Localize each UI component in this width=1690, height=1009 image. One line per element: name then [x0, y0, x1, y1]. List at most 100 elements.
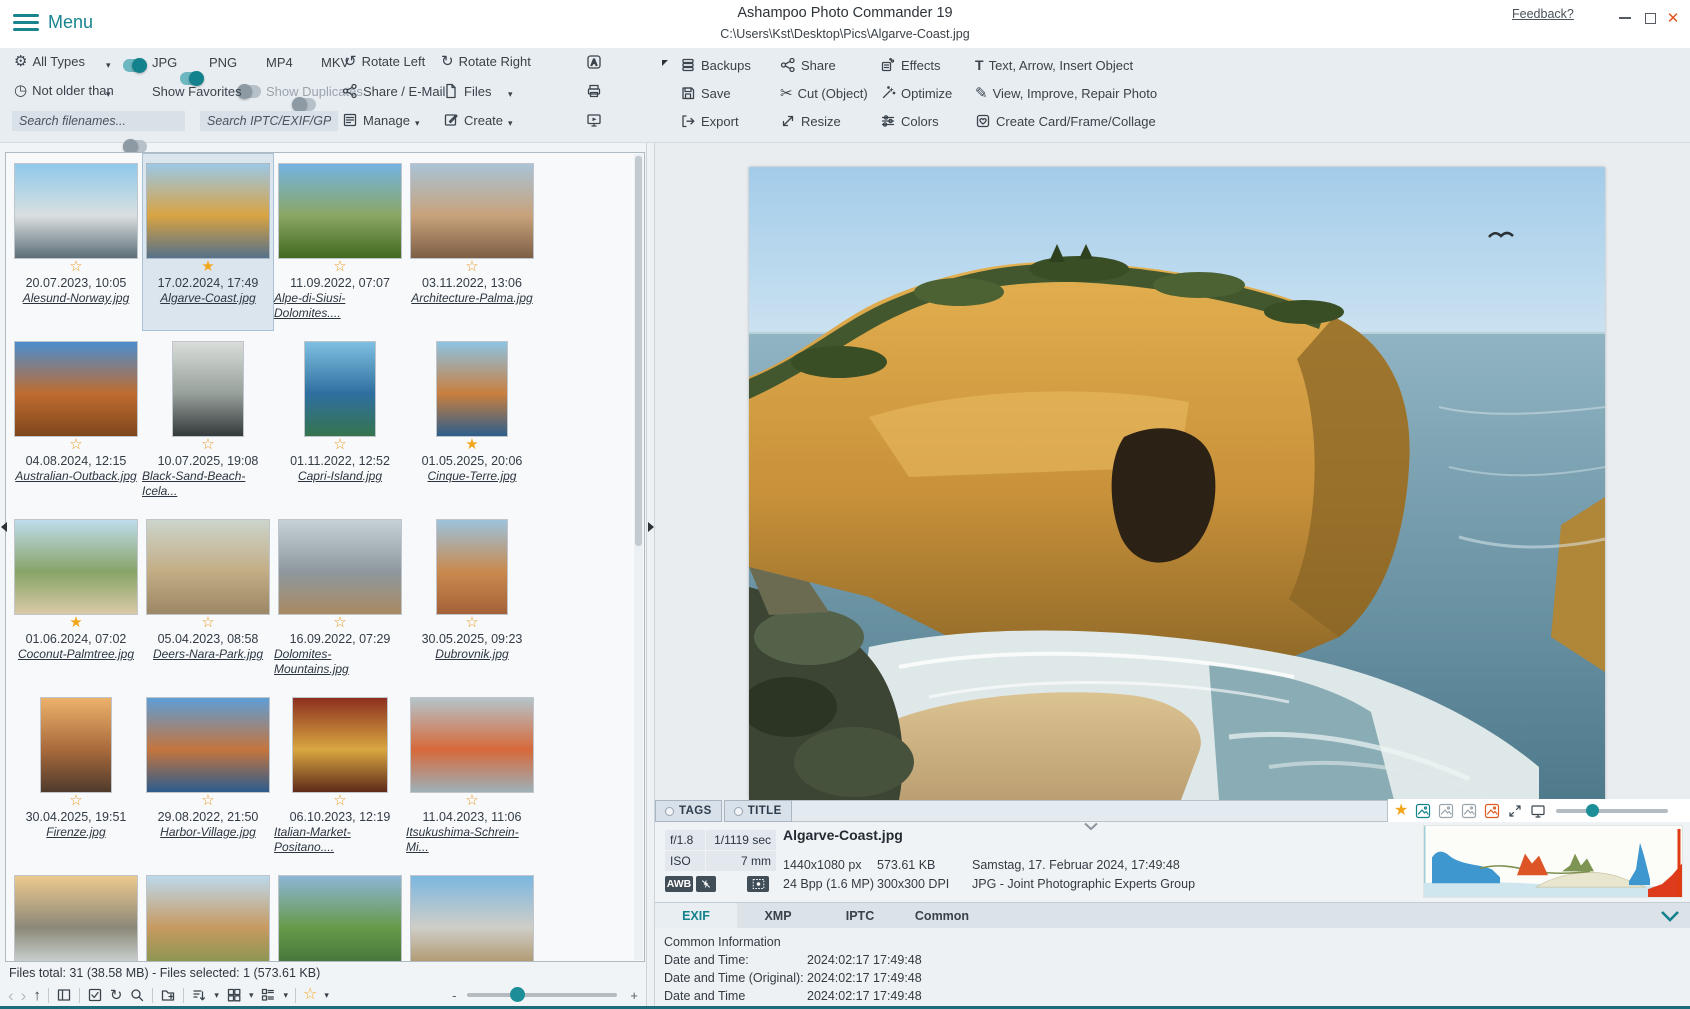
- resize-button[interactable]: Resize: [780, 110, 868, 132]
- tab-common[interactable]: Common: [901, 903, 983, 929]
- thumbnail-filename[interactable]: Cinque-Terre.jpg: [428, 469, 517, 484]
- mkv-toggle[interactable]: [292, 98, 316, 111]
- preview-photo[interactable]: [749, 167, 1605, 800]
- star-icon[interactable]: ☆: [333, 792, 346, 810]
- thumbnail-item[interactable]: ☆: [406, 865, 538, 962]
- favorite-star-button[interactable]: ★: [1394, 803, 1408, 819]
- text-arrow-insert-button[interactable]: T Text, Arrow, Insert Object: [975, 54, 1157, 76]
- thumbnail-image[interactable]: [411, 876, 533, 962]
- thumbnail-item[interactable]: ☆ 04.08.2024, 12:15 Australian-Outback.j…: [10, 331, 142, 509]
- thumbnail-image[interactable]: [15, 342, 137, 436]
- new-folder-button[interactable]: [160, 987, 176, 1003]
- thumbnail-scrollbar[interactable]: [634, 154, 643, 960]
- thumbnail-image[interactable]: [279, 520, 401, 614]
- thumbnail-image[interactable]: [15, 876, 137, 962]
- jpg-toggle[interactable]: [123, 59, 147, 72]
- tab-tags[interactable]: TAGS: [655, 800, 722, 822]
- chevron-down-icon[interactable]: ▾: [283, 990, 288, 1001]
- thumbnail-item[interactable]: ☆ 30.04.2025, 19:51 Firenze.jpg: [10, 687, 142, 865]
- chevron-down-icon[interactable]: ▾: [324, 990, 329, 1001]
- colors-button[interactable]: Colors: [880, 110, 952, 132]
- panel-layout-button[interactable]: [56, 987, 72, 1003]
- chevron-down-icon[interactable]: ▾: [106, 60, 111, 71]
- thumbnail-size-slider[interactable]: [467, 993, 617, 997]
- thumbnail-image[interactable]: [279, 164, 401, 258]
- maximize-button[interactable]: [1639, 8, 1661, 28]
- thumbnail-filename[interactable]: Black-Sand-Beach-Icela...: [142, 469, 274, 499]
- thumbnail-item[interactable]: ☆ 30.05.2025, 09:23 Dubrovnik.jpg: [406, 509, 538, 687]
- thumbnail-item[interactable]: ☆ 11.04.2023, 11:06 Itsukushima-Schrein-…: [406, 687, 538, 865]
- thumbnail-filename[interactable]: Harbor-Village.jpg: [160, 825, 256, 840]
- thumbnail-image[interactable]: [293, 698, 387, 792]
- thumbnail-image[interactable]: [437, 342, 507, 436]
- thumbnail-image[interactable]: [147, 698, 269, 792]
- star-icon[interactable]: ☆: [333, 436, 346, 454]
- thumbnail-item[interactable]: ★ 17.02.2024, 17:49 Algarve-Coast.jpg: [142, 153, 274, 331]
- detail-view-button[interactable]: [260, 987, 276, 1003]
- thumbnail-filename[interactable]: Itsukushima-Schrein-Mi...: [406, 825, 538, 855]
- thumbnail-item[interactable]: ☆ 10.07.2025, 19:08 Black-Sand-Beach-Ice…: [142, 331, 274, 509]
- thumbnail-item[interactable]: ☆: [142, 865, 274, 962]
- feedback-link[interactable]: Feedback?: [1512, 7, 1574, 21]
- star-icon[interactable]: ☆: [201, 792, 214, 810]
- thumbnail-filename[interactable]: Dubrovnik.jpg: [435, 647, 508, 662]
- expand-right-arrow[interactable]: [648, 522, 654, 532]
- star-icon[interactable]: ☆: [69, 792, 82, 810]
- rotate-left-button[interactable]: ↺ Rotate Left: [344, 54, 425, 69]
- thumbnail-image[interactable]: [147, 876, 269, 962]
- slider-knob[interactable]: [1586, 804, 1599, 817]
- chevron-down-icon[interactable]: ▾: [508, 89, 513, 100]
- thumbnail-item[interactable]: ★ 01.05.2025, 20:06 Cinque-Terre.jpg: [406, 331, 538, 509]
- sort-button[interactable]: [191, 987, 207, 1003]
- nav-back-button[interactable]: ‹: [8, 987, 14, 1004]
- optimize-button[interactable]: Optimize: [880, 82, 952, 104]
- thumbnail-item[interactable]: ☆: [10, 865, 142, 962]
- thumbnail-item[interactable]: ☆ 11.09.2022, 07:07 Alpe-di-Siusi-Dolomi…: [274, 153, 406, 331]
- preview-mode-3-button[interactable]: [1461, 803, 1477, 819]
- star-icon[interactable]: ☆: [201, 614, 214, 632]
- refresh-button[interactable]: ↻: [110, 988, 123, 1003]
- monitor-icon[interactable]: [1530, 803, 1546, 819]
- thumbnail-image[interactable]: [41, 698, 111, 792]
- thumbnail-filename[interactable]: Coconut-Palmtree.jpg: [18, 647, 134, 662]
- thumbnail-filename[interactable]: Deers-Nara-Park.jpg: [153, 647, 263, 662]
- preview-mode-2-button[interactable]: [1438, 803, 1454, 819]
- chevron-down-icon[interactable]: ▾: [415, 118, 420, 129]
- thumbnail-image[interactable]: [279, 876, 401, 962]
- star-icon[interactable]: ☆: [465, 258, 478, 276]
- star-icon[interactable]: ★: [465, 436, 478, 454]
- scrollbar-thumb[interactable]: [635, 156, 642, 546]
- tab-title[interactable]: TITLE: [724, 800, 792, 822]
- view-improve-repair-button[interactable]: ✎ View, Improve, Repair Photo: [975, 82, 1157, 104]
- collapse-info-chevron-icon[interactable]: [1083, 822, 1099, 831]
- thumbnail-filename[interactable]: Algarve-Coast.jpg: [160, 291, 255, 306]
- thumbnail-item[interactable]: ☆ 29.08.2022, 21:50 Harbor-Village.jpg: [142, 687, 274, 865]
- search-button[interactable]: [129, 987, 145, 1003]
- thumbnail-image[interactable]: [411, 698, 533, 792]
- star-icon[interactable]: ☆: [201, 436, 214, 454]
- thumbnail-filename[interactable]: Italian-Market-Positano....: [274, 825, 406, 855]
- thumbnail-image[interactable]: [411, 164, 533, 258]
- thumbnail-image[interactable]: [15, 520, 137, 614]
- search-filenames-input[interactable]: [12, 111, 185, 131]
- thumbnail-item[interactable]: ☆ 01.11.2022, 12:52 Capri-Island.jpg: [274, 331, 406, 509]
- collapse-left-panel-arrow[interactable]: [1, 522, 7, 532]
- thumbnail-view-button[interactable]: [226, 987, 242, 1003]
- file-type-filter-button[interactable]: ⚙ All Types: [14, 54, 85, 69]
- slider-knob[interactable]: [510, 987, 525, 1002]
- star-icon[interactable]: ☆: [465, 792, 478, 810]
- panel-splitter[interactable]: [646, 143, 655, 1006]
- thumbnail-item[interactable]: ☆: [274, 865, 406, 962]
- thumbnail-filename[interactable]: Architecture-Palma.jpg: [411, 291, 532, 306]
- nav-forward-button[interactable]: ›: [21, 987, 27, 1004]
- star-icon[interactable]: ★: [201, 258, 214, 276]
- star-icon[interactable]: ☆: [69, 436, 82, 454]
- preview-zoom-slider[interactable]: [1556, 809, 1668, 813]
- chevron-down-icon[interactable]: ▾: [249, 990, 254, 1001]
- thumbnail-image[interactable]: [147, 164, 269, 258]
- thumbnail-item[interactable]: ☆ 03.11.2022, 13:06 Architecture-Palma.j…: [406, 153, 538, 331]
- thumbnail-filename[interactable]: Alpe-di-Siusi-Dolomites....: [274, 291, 406, 321]
- star-icon[interactable]: ☆: [333, 258, 346, 276]
- preview-mode-4-button[interactable]: [1484, 803, 1500, 819]
- thumbnail-filename[interactable]: Firenze.jpg: [46, 825, 105, 840]
